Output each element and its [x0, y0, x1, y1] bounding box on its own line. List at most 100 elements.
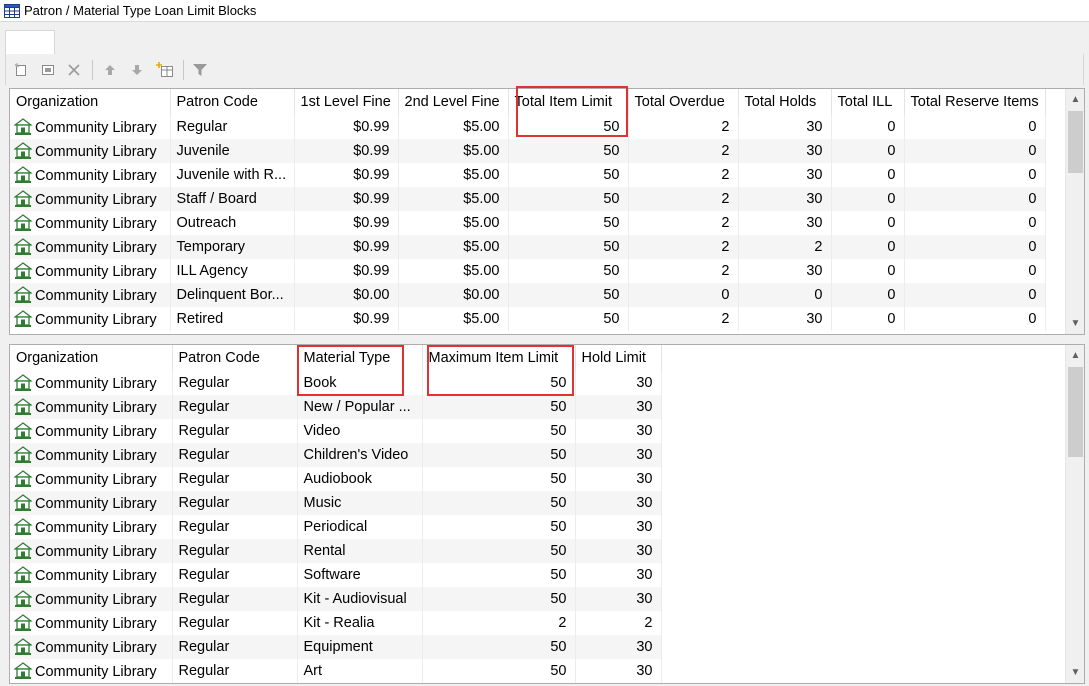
organization-cell[interactable]: Community Library [10, 515, 173, 539]
table-row[interactable]: Community Library ILL Agency $0.99 $5.00 50 2… [10, 259, 1046, 283]
column-header[interactable]: Total Reserve Items [904, 89, 1046, 115]
table-cell[interactable]: Regular [170, 115, 295, 139]
table-cell[interactable]: 2 [628, 307, 739, 331]
organization-cell[interactable]: Community Library [10, 539, 173, 563]
table-cell[interactable]: 30 [575, 587, 662, 611]
table-cell[interactable]: $0.99 [294, 307, 399, 331]
table-cell[interactable]: 50 [508, 211, 629, 235]
table-row[interactable]: Community Library Regular Art 50 30 [10, 659, 662, 683]
column-header[interactable]: Organization [10, 89, 171, 115]
organization-cell[interactable]: Community Library [10, 659, 173, 683]
table-cell[interactable]: 30 [575, 563, 662, 587]
table-cell[interactable]: Music [297, 491, 423, 515]
table-cell[interactable]: Regular [172, 443, 298, 467]
table-cell[interactable]: 30 [575, 467, 662, 491]
table-cell[interactable]: 2 [628, 211, 739, 235]
table-cell[interactable]: 0 [831, 235, 905, 259]
organization-cell[interactable]: Community Library [10, 115, 171, 139]
organization-cell[interactable]: Community Library [10, 443, 173, 467]
table-cell[interactable]: Staff / Board [170, 187, 295, 211]
table-cell[interactable]: $0.00 [398, 283, 509, 307]
delete-icon[interactable] [65, 61, 83, 79]
table-cell[interactable]: Software [297, 563, 423, 587]
table-cell[interactable]: 2 [628, 235, 739, 259]
table-cell[interactable]: 50 [422, 659, 576, 683]
table-cell[interactable]: 30 [575, 443, 662, 467]
table-cell[interactable]: 50 [508, 163, 629, 187]
organization-cell[interactable]: Community Library [10, 307, 171, 331]
new-icon[interactable] [12, 61, 30, 79]
table-cell[interactable]: New / Popular ... [297, 395, 423, 419]
table-cell[interactable]: Delinquent Bor... [170, 283, 295, 307]
table-cell[interactable]: 50 [508, 187, 629, 211]
organization-cell[interactable]: Community Library [10, 419, 173, 443]
table-cell[interactable]: 0 [831, 283, 905, 307]
bottom-grid-scrollbar[interactable]: ▲ ▼ [1065, 345, 1084, 683]
column-header[interactable]: Hold Limit [575, 345, 662, 371]
table-cell[interactable]: 0 [831, 163, 905, 187]
table-cell[interactable]: $5.00 [398, 259, 509, 283]
column-header[interactable]: Organization [10, 345, 173, 371]
organization-cell[interactable]: Community Library [10, 211, 171, 235]
table-cell[interactable]: $0.99 [294, 259, 399, 283]
table-cell[interactable]: Regular [172, 491, 298, 515]
table-cell[interactable]: 0 [831, 211, 905, 235]
table-cell[interactable]: Retired [170, 307, 295, 331]
table-cell[interactable]: Art [297, 659, 423, 683]
table-cell[interactable]: $5.00 [398, 115, 509, 139]
table-cell[interactable]: 50 [508, 235, 629, 259]
table-cell[interactable]: 30 [575, 419, 662, 443]
table-cell[interactable]: 2 [628, 259, 739, 283]
table-cell[interactable]: $5.00 [398, 139, 509, 163]
table-cell[interactable]: $0.99 [294, 235, 399, 259]
table-cell[interactable]: 0 [904, 187, 1046, 211]
table-row[interactable]: Community Library Regular Book 50 30 [10, 371, 662, 395]
table-cell[interactable]: 30 [738, 307, 832, 331]
table-cell[interactable]: 0 [831, 259, 905, 283]
scrollbar-thumb[interactable] [1068, 111, 1083, 173]
table-row[interactable]: Community Library Regular Children's Video… [10, 443, 662, 467]
organization-cell[interactable]: Community Library [10, 139, 171, 163]
add-column-icon[interactable] [156, 61, 174, 79]
table-cell[interactable]: Regular [172, 371, 298, 395]
table-cell[interactable]: 0 [831, 139, 905, 163]
organization-cell[interactable]: Community Library [10, 563, 173, 587]
table-row[interactable]: Community Library Regular Audiobook 50 30 [10, 467, 662, 491]
table-cell[interactable]: 0 [904, 211, 1046, 235]
table-cell[interactable]: 30 [738, 259, 832, 283]
organization-cell[interactable]: Community Library [10, 395, 173, 419]
material-type-limits-grid[interactable]: Organization Patron Code Material Type Maxi… [9, 344, 1085, 684]
table-cell[interactable]: Kit - Realia [297, 611, 423, 635]
column-header[interactable]: Total ILL [831, 89, 905, 115]
patron-limits-grid[interactable]: Organization Patron Code 1st Level Fine 2nd… [9, 88, 1085, 335]
table-cell[interactable]: 50 [508, 283, 629, 307]
move-up-icon[interactable] [101, 61, 119, 79]
table-cell[interactable]: 30 [575, 491, 662, 515]
table-cell[interactable]: 50 [508, 259, 629, 283]
organization-cell[interactable]: Community Library [10, 635, 173, 659]
table-cell[interactable]: 0 [738, 283, 832, 307]
table-cell[interactable]: $5.00 [398, 187, 509, 211]
table-cell[interactable]: Book [297, 371, 423, 395]
organization-cell[interactable]: Community Library [10, 371, 173, 395]
table-row[interactable]: Community Library Retired $0.99 $5.00 50 2 30 0… [10, 307, 1046, 331]
table-cell[interactable]: Regular [172, 395, 298, 419]
organization-cell[interactable]: Community Library [10, 587, 173, 611]
table-cell[interactable]: $5.00 [398, 211, 509, 235]
organization-cell[interactable]: Community Library [10, 491, 173, 515]
table-cell[interactable]: 30 [575, 539, 662, 563]
table-cell[interactable]: 30 [575, 659, 662, 683]
column-header[interactable]: Patron Code [172, 345, 298, 371]
table-row[interactable]: Community Library Outreach $0.99 $5.00 50 2 30… [10, 211, 1046, 235]
table-cell[interactable]: 30 [575, 635, 662, 659]
table-cell[interactable]: 30 [738, 139, 832, 163]
table-cell[interactable]: Audiobook [297, 467, 423, 491]
table-cell[interactable]: 30 [738, 211, 832, 235]
table-cell[interactable]: 50 [508, 115, 629, 139]
table-cell[interactable]: ILL Agency [170, 259, 295, 283]
column-header[interactable]: Material Type [297, 345, 423, 371]
scroll-up-arrow-icon[interactable]: ▲ [1066, 91, 1084, 108]
scroll-down-arrow-icon[interactable]: ▼ [1066, 315, 1084, 332]
organization-cell[interactable]: Community Library [10, 283, 171, 307]
table-row[interactable]: Community Library Regular Rental 50 30 [10, 539, 662, 563]
